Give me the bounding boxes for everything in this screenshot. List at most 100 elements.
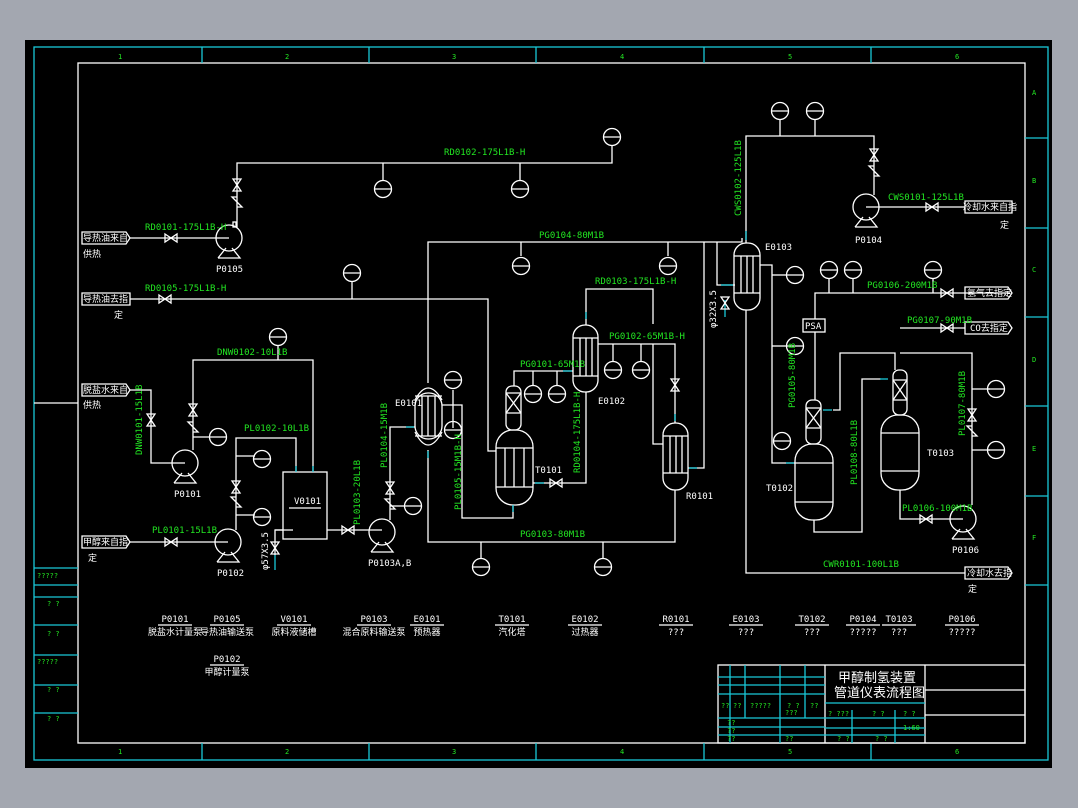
scale: 1:60 — [903, 724, 920, 732]
zone-col-4-bottom: 4 — [620, 748, 624, 756]
equipment-list-tag: P0106 — [948, 615, 975, 625]
terminal-hot-oil-out[interactable]: 导热油去指 — [83, 293, 128, 305]
equipment-list-tag: T0102 — [798, 615, 825, 625]
equipment-list-name: 混合原料输送泵 — [342, 626, 405, 638]
tag-p0106: P0106 — [952, 546, 979, 556]
title-cell: ?? — [727, 735, 735, 743]
line-label: PL0102-10L1B — [244, 424, 309, 434]
line-label: PL0107-80M1B — [958, 371, 968, 436]
line-label: PL0105-15M1B-H — [454, 434, 464, 510]
zone-col-3: 3 — [452, 53, 456, 61]
title-cell: ? ? — [837, 735, 850, 743]
equipment-list-name: 汽化塔 — [498, 626, 525, 638]
left-strip-cell: ????? — [37, 658, 58, 666]
zone-col-5-bottom: 5 — [788, 748, 792, 756]
title-cell: ? ? — [875, 735, 888, 743]
title-cell: ?? — [733, 702, 741, 710]
line-label: PL0108-80L1B — [850, 420, 860, 485]
tag-e0101: E0101 — [395, 399, 422, 409]
title-cell: ? ? — [872, 710, 885, 718]
line-label: RD0105-175L1B-H — [145, 284, 226, 294]
drawing-title-line2: 管道仪表流程图 — [834, 686, 925, 701]
drawing-sheet — [25, 40, 1052, 768]
tag-e0102: E0102 — [598, 397, 625, 407]
drawing-title-line1: 甲醇制氢装置 — [838, 670, 916, 686]
title-cell: ??? — [785, 709, 798, 717]
title-cell: ?? — [727, 719, 735, 727]
zone-row-c: C — [1032, 266, 1036, 274]
terminal-co-out[interactable]: CO去指定 — [970, 322, 1008, 334]
zone-col-6: 6 — [955, 53, 959, 61]
equipment-list-name: 过热器 — [571, 626, 598, 638]
zone-col-2: 2 — [285, 53, 289, 61]
equipment-list-tag: T0101 — [498, 615, 525, 625]
zone-col-2-bottom: 2 — [285, 748, 289, 756]
line-label: PG0106-200M1B — [867, 281, 937, 291]
line-label: CWR0101-100L1B — [823, 560, 899, 570]
zone-col-6-bottom: 6 — [955, 748, 959, 756]
line-label: DNW0101-15L1B — [135, 385, 145, 455]
zone-col-1-bottom: 1 — [118, 748, 122, 756]
zone-row-f: F — [1032, 534, 1036, 542]
terminal-hot-oil-in[interactable]: 导热油来自 — [83, 232, 128, 244]
left-strip-cell: ????? — [37, 572, 58, 580]
equipment-list-tag: P0101 — [161, 615, 188, 625]
line-label: RD0104-175L1B-H — [573, 392, 583, 473]
tag-p0105: P0105 — [216, 265, 243, 275]
terminal-hot-oil-in-2: 供热 — [83, 248, 101, 260]
tag-e0103: E0103 — [765, 243, 792, 253]
tag-t0103: T0103 — [927, 449, 954, 459]
line-label: RD0103-175L1B-H — [595, 277, 676, 287]
terminal-cw-in-2: 定 — [1000, 219, 1009, 231]
equipment-list-name: 预热器 — [413, 626, 440, 638]
equipment-list-tag: T0103 — [885, 615, 912, 625]
terminal-methanol-in[interactable]: 甲醇来自指 — [83, 536, 128, 548]
tag-t0102: T0102 — [766, 484, 793, 494]
equipment-list-name: 脱盐水计量泵 — [148, 626, 202, 638]
line-label: φ32X3.5 — [709, 290, 719, 328]
tag-psa: PSA — [805, 322, 822, 332]
line-label: PG0102-65M1B-H — [609, 332, 685, 342]
line-label: PL0104-15M1B — [380, 403, 390, 468]
terminal-cw-in[interactable]: 冷却水来自指 — [963, 201, 1017, 213]
tag-r0101: R0101 — [686, 492, 713, 502]
equipment-list-tag: P0104 — [849, 615, 876, 625]
title-cell: ?? — [721, 702, 729, 710]
left-strip-cell: ? ? — [47, 715, 60, 723]
title-cell: ? ? — [903, 710, 916, 718]
left-strip-cell: ? ? — [47, 686, 60, 694]
terminal-methanol-in-2: 定 — [88, 552, 97, 564]
equipment-list-name: ????? — [849, 628, 876, 638]
equipment-list-name: 原料液储槽 — [271, 626, 316, 638]
terminal-cw-out[interactable]: 冷却水去指 — [967, 567, 1012, 579]
line-label: CWS0102-125L1B — [734, 140, 744, 216]
terminal-h2-out[interactable]: 氢气去指定 — [967, 287, 1012, 299]
equipment-list-name: ??? — [804, 628, 820, 638]
zone-col-3-bottom: 3 — [452, 748, 456, 756]
equipment-list-tag: P0102 — [213, 655, 240, 665]
line-label: PL0101-15L1B — [152, 526, 217, 536]
line-label: CWS0101-125L1B — [888, 193, 964, 203]
line-label: DNW0102-10L1B — [217, 348, 287, 358]
line-label: PG0101-65M1B — [520, 360, 585, 370]
line-label: φ57X3.5 — [261, 532, 271, 570]
title-cell: ?? — [727, 727, 735, 735]
terminal-cw-out-2: 定 — [968, 583, 977, 595]
equipment-list-name: ??? — [668, 628, 684, 638]
line-label: PG0105-80M1B — [788, 343, 798, 408]
left-strip-cell: ? ? — [47, 630, 60, 638]
equipment-list-name: 甲醇计量泵 — [204, 666, 249, 678]
equipment-list-name: ????? — [948, 628, 975, 638]
title-cell: ? ??? — [828, 710, 849, 718]
terminal-water-in[interactable]: 脱盐水来自 — [83, 384, 128, 396]
equipment-list-tag: E0101 — [413, 615, 440, 625]
equipment-list-tag: V0101 — [280, 615, 307, 625]
zone-row-e: E — [1032, 445, 1036, 453]
tag-p0101: P0101 — [174, 490, 201, 500]
equipment-list-name: 导热油输送泵 — [200, 626, 254, 638]
tag-t0101: T0101 — [535, 466, 562, 476]
equipment-list-name: ??? — [738, 628, 754, 638]
title-cell: ?? — [785, 735, 793, 743]
zone-row-b: B — [1032, 177, 1036, 185]
line-label: PG0104-80M1B — [539, 231, 604, 241]
